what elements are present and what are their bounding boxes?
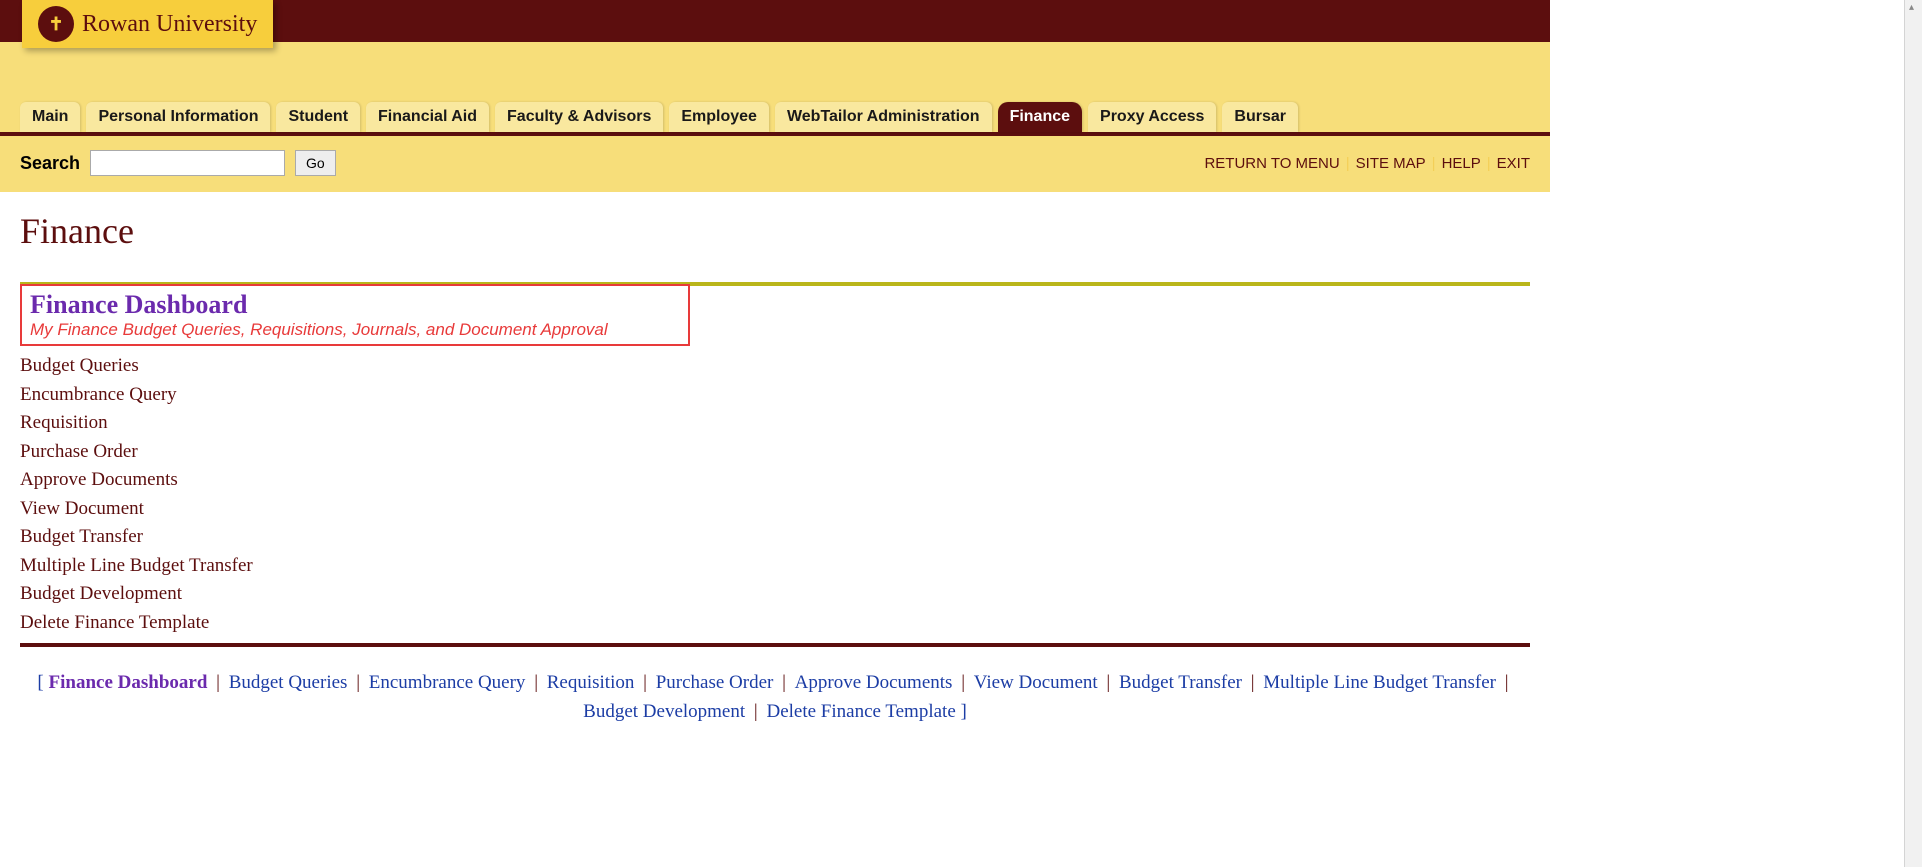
- page-title: Finance: [20, 210, 1530, 252]
- footer-link-budget-transfer[interactable]: Budget Transfer: [1119, 672, 1242, 693]
- footer-link-purchase-order[interactable]: Purchase Order: [656, 672, 774, 693]
- menu-item-view-document[interactable]: View Document: [20, 495, 1530, 524]
- footer-link-view-document[interactable]: View Document: [974, 672, 1098, 693]
- footer-links: [ Finance Dashboard | Budget Queries | E…: [0, 657, 1550, 738]
- go-button[interactable]: Go: [295, 150, 336, 176]
- tab-proxy-access[interactable]: Proxy Access: [1088, 102, 1216, 132]
- logo[interactable]: ✝ Rowan University: [22, 0, 273, 48]
- footer-link-requisition[interactable]: Requisition: [547, 672, 635, 693]
- tab-faculty-advisors[interactable]: Faculty & Advisors: [495, 102, 663, 132]
- menu-item-budget-development[interactable]: Budget Development: [20, 580, 1530, 609]
- menu-item-budget-queries[interactable]: Budget Queries: [20, 352, 1530, 381]
- footer-link-budget-queries[interactable]: Budget Queries: [229, 672, 348, 693]
- tab-finance[interactable]: Finance: [998, 102, 1082, 132]
- menu-item-delete-finance-template[interactable]: Delete Finance Template: [20, 609, 1530, 638]
- menu-item-multiple-line-budget-transfer[interactable]: Multiple Line Budget Transfer: [20, 552, 1530, 581]
- top-link-return-to-menu[interactable]: RETURN TO MENU: [1204, 155, 1339, 172]
- footer-link-budget-development[interactable]: Budget Development: [583, 701, 745, 722]
- finance-dashboard-highlight: Finance Dashboard My Finance Budget Quer…: [20, 284, 690, 346]
- top-link-exit[interactable]: EXIT: [1497, 155, 1530, 172]
- tab-webtailor-administration[interactable]: WebTailor Administration: [775, 102, 992, 132]
- top-links: RETURN TO MENU|SITE MAP|HELP|EXIT: [1204, 155, 1530, 172]
- divider: [20, 643, 1530, 647]
- footer-link-multiple-line-budget-transfer[interactable]: Multiple Line Budget Transfer: [1263, 672, 1496, 693]
- search-row: Search Go RETURN TO MENU|SITE MAP|HELP|E…: [0, 136, 1550, 192]
- top-link-help[interactable]: HELP: [1442, 155, 1481, 172]
- menu-item-encumbrance-query[interactable]: Encumbrance Query: [20, 381, 1530, 410]
- menu-item-requisition[interactable]: Requisition: [20, 409, 1530, 438]
- tab-employee[interactable]: Employee: [669, 102, 769, 132]
- footer-link-finance-dashboard[interactable]: Finance Dashboard: [49, 672, 208, 693]
- tab-main[interactable]: Main: [20, 102, 80, 132]
- nav-bar: MainPersonal InformationStudentFinancial…: [0, 102, 1550, 136]
- footer-link-approve-documents[interactable]: Approve Documents: [795, 672, 953, 693]
- header-mid: [0, 42, 1550, 102]
- tab-personal-information[interactable]: Personal Information: [86, 102, 270, 132]
- torch-icon: ✝: [38, 6, 74, 42]
- search-input[interactable]: [90, 150, 285, 176]
- search-label: Search: [20, 153, 80, 174]
- tab-student[interactable]: Student: [276, 102, 360, 132]
- logo-text: Rowan University: [82, 11, 257, 38]
- menu-item-purchase-order[interactable]: Purchase Order: [20, 438, 1530, 467]
- menu-list: Budget QueriesEncumbrance QueryRequisiti…: [20, 352, 1530, 637]
- tab-bursar[interactable]: Bursar: [1222, 102, 1298, 132]
- scrollbar[interactable]: [1904, 0, 1922, 867]
- top-link-site-map[interactable]: SITE MAP: [1356, 155, 1426, 172]
- finance-dashboard-desc: My Finance Budget Queries, Requisitions,…: [30, 320, 680, 340]
- menu-item-approve-documents[interactable]: Approve Documents: [20, 466, 1530, 495]
- tab-financial-aid[interactable]: Financial Aid: [366, 102, 489, 132]
- footer-link-encumbrance-query[interactable]: Encumbrance Query: [369, 672, 526, 693]
- finance-dashboard-link[interactable]: Finance Dashboard: [30, 290, 680, 320]
- menu-item-budget-transfer[interactable]: Budget Transfer: [20, 523, 1530, 552]
- footer-link-delete-finance-template[interactable]: Delete Finance Template: [766, 701, 955, 722]
